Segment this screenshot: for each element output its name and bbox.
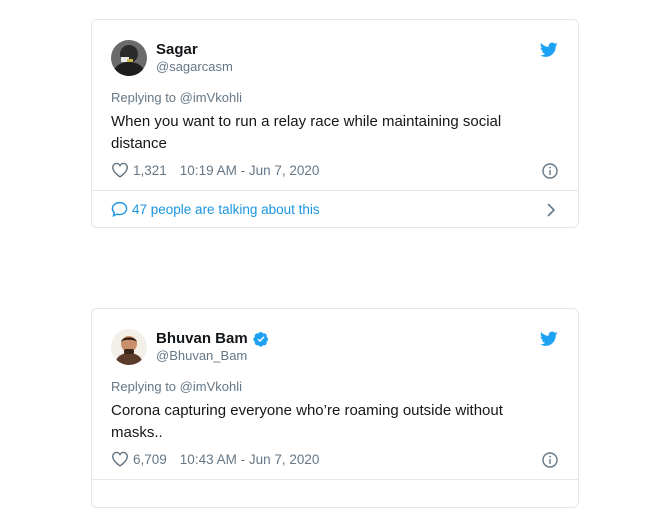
heart-icon[interactable] (111, 451, 129, 467)
info-icon[interactable] (542, 163, 558, 179)
replying-label: Replying to (111, 379, 177, 394)
author-name[interactable]: Sagar (156, 41, 198, 58)
info-icon[interactable] (542, 452, 558, 468)
twitter-bird-icon[interactable] (540, 331, 558, 347)
chevron-right-icon[interactable] (546, 203, 556, 217)
verified-badge-icon (253, 331, 268, 347)
replying-label: Replying to (111, 90, 177, 105)
author-handle[interactable]: @sagarcasm (156, 59, 233, 74)
tweet-meta: 6,709 10:43 AM - Jun 7, 2020 (111, 451, 319, 467)
heart-icon[interactable] (111, 162, 129, 178)
tweet-text: Corona capturing everyone who’re roaming… (111, 402, 503, 441)
reply-mention-link[interactable]: @imVkohli (180, 90, 242, 105)
reply-mention-link[interactable]: @imVkohli (180, 379, 242, 394)
talking-about-text[interactable]: 47 people are talking about this (132, 202, 320, 217)
tweet-meta: 1,321 10:19 AM - Jun 7, 2020 (111, 162, 319, 178)
tweet-card-sagar: Sagar @sagarcasm Replying to @imVkohli W… (91, 19, 579, 228)
author-name-text[interactable]: Bhuvan Bam (156, 330, 248, 347)
replying-to: Replying to @imVkohli (111, 379, 242, 394)
author-name-text[interactable]: Sagar (156, 41, 198, 58)
comment-icon (111, 201, 128, 217)
timestamp-link[interactable]: 10:43 AM - Jun 7, 2020 (180, 452, 320, 467)
avatar[interactable] (111, 40, 147, 76)
tweet-text: When you want to run a relay race while … (111, 113, 502, 152)
talking-about-link[interactable]: 47 people are talking about this (111, 201, 320, 217)
divider (92, 479, 578, 480)
tweet-card-bhuvan: Bhuvan Bam @Bhuvan_Bam Replying to @imVk… (91, 308, 579, 508)
author-name[interactable]: Bhuvan Bam (156, 330, 269, 347)
twitter-bird-icon[interactable] (540, 42, 558, 58)
like-count[interactable]: 6,709 (133, 452, 167, 467)
avatar[interactable] (111, 329, 147, 365)
divider (92, 190, 578, 191)
timestamp-link[interactable]: 10:19 AM - Jun 7, 2020 (180, 163, 320, 178)
like-count[interactable]: 1,321 (133, 163, 167, 178)
replying-to: Replying to @imVkohli (111, 90, 242, 105)
author-handle[interactable]: @Bhuvan_Bam (156, 348, 247, 363)
